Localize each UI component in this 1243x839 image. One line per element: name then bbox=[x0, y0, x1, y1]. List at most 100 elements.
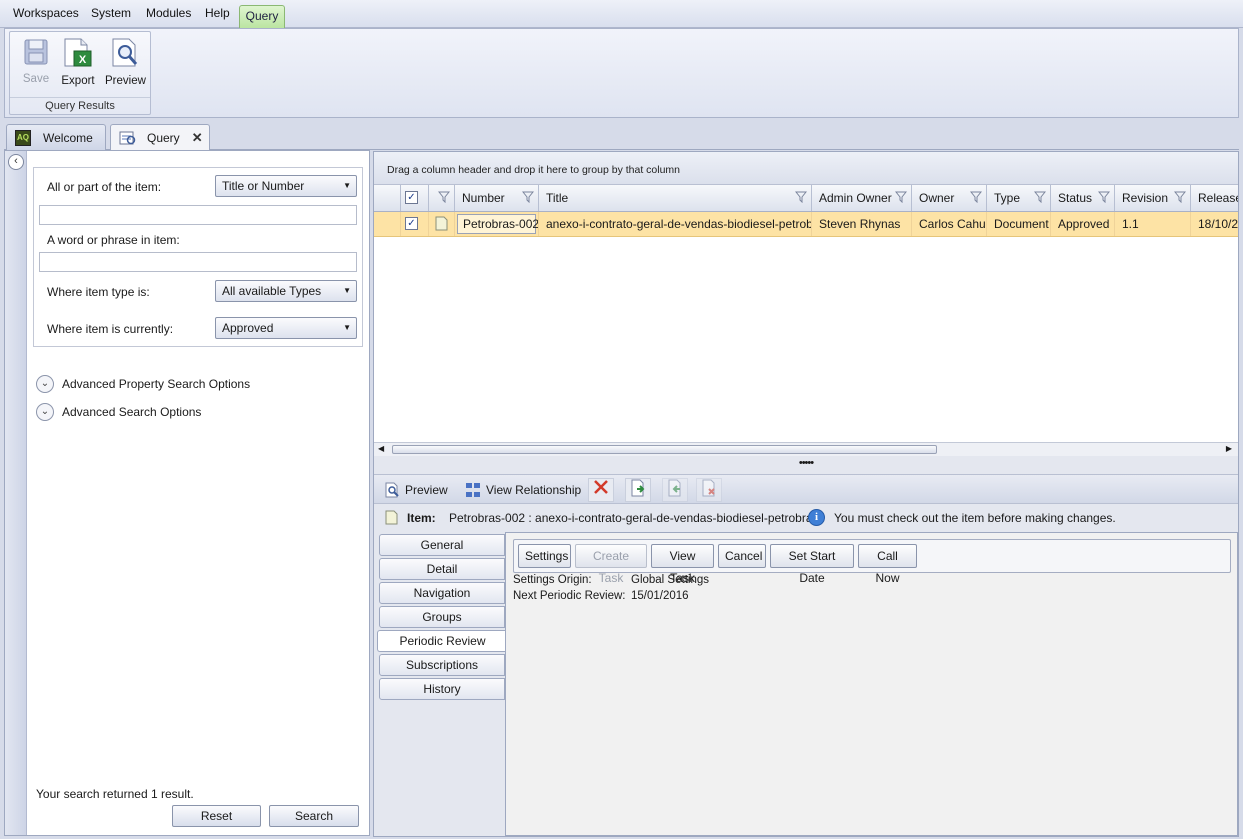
search-button[interactable]: Search bbox=[269, 805, 359, 827]
view-relationship-button[interactable]: View Relationship bbox=[465, 482, 581, 498]
menu-system[interactable]: System bbox=[91, 6, 131, 20]
close-tab-icon[interactable]: ✕ bbox=[192, 130, 203, 146]
item-state-dropdown[interactable]: Approved ▼ bbox=[215, 317, 357, 339]
item-input[interactable] bbox=[39, 205, 357, 225]
menu-modules[interactable]: Modules bbox=[146, 6, 191, 20]
cell-admin-owner[interactable]: Steven Rhynas bbox=[812, 212, 912, 236]
side-tab-history[interactable]: History bbox=[379, 678, 505, 700]
scroll-left-icon[interactable]: ◀ bbox=[378, 444, 384, 453]
check-out-icon bbox=[631, 479, 645, 497]
phrase-input[interactable] bbox=[39, 252, 357, 272]
cancel-check-out-button[interactable] bbox=[696, 478, 722, 502]
column-header-admin-owner[interactable]: Admin Owner bbox=[812, 185, 912, 211]
column-header-revision[interactable]: Revision bbox=[1115, 185, 1191, 211]
table-row[interactable]: ✓ Petrobras-002 anexo-i-contrato-geral-d… bbox=[374, 212, 1238, 237]
select-all-checkbox[interactable]: ✓ bbox=[405, 191, 418, 204]
column-header-type-label: Type bbox=[994, 191, 1021, 205]
preview-button[interactable]: Preview bbox=[105, 38, 146, 87]
cell-title[interactable]: anexo-i-contrato-geral-de-vendas-biodies… bbox=[539, 212, 812, 236]
menu-query[interactable]: Query bbox=[239, 5, 285, 29]
ribbon-group-label: Query Results bbox=[10, 97, 150, 112]
item-info-message: You must check out the item before makin… bbox=[834, 511, 1116, 525]
row-indicator-header bbox=[374, 185, 401, 211]
side-tab-subscriptions[interactable]: Subscriptions bbox=[379, 654, 505, 676]
preview-label: Preview bbox=[105, 75, 146, 87]
side-tab-detail[interactable]: Detail bbox=[379, 558, 505, 580]
side-tab-navigation[interactable]: Navigation bbox=[379, 582, 505, 604]
cancel-button[interactable]: Cancel bbox=[718, 544, 766, 568]
splitter-handle[interactable]: ••••• bbox=[374, 456, 1238, 474]
call-now-button[interactable]: Call Now bbox=[858, 544, 917, 585]
item-type-dropdown[interactable]: All available Types ▼ bbox=[215, 280, 357, 302]
excel-export-icon: X bbox=[64, 38, 92, 67]
filter-icon[interactable] bbox=[970, 191, 982, 203]
save-label: Save bbox=[22, 73, 50, 85]
icon-column-header[interactable] bbox=[429, 185, 455, 211]
column-header-status[interactable]: Status bbox=[1051, 185, 1115, 211]
select-all-header[interactable]: ✓ bbox=[401, 185, 429, 211]
filter-icon[interactable] bbox=[1174, 191, 1186, 203]
column-header-number[interactable]: Number bbox=[455, 185, 539, 211]
side-tab-groups[interactable]: Groups bbox=[379, 606, 505, 628]
check-out-button[interactable] bbox=[625, 478, 651, 502]
periodic-review-panel: Settings Create Task View Task Cancel Se… bbox=[505, 532, 1238, 836]
create-task-button[interactable]: Create Task bbox=[575, 544, 647, 585]
column-header-owner[interactable]: Owner bbox=[912, 185, 987, 211]
menu-workspaces[interactable]: Workspaces bbox=[13, 6, 79, 20]
item-label: All or part of the item: bbox=[47, 180, 162, 194]
preview-icon bbox=[112, 38, 138, 67]
view-task-button[interactable]: View Task bbox=[651, 544, 714, 585]
check-in-icon bbox=[668, 479, 681, 497]
side-tab-periodic-review[interactable]: Periodic Review bbox=[377, 630, 507, 652]
save-button[interactable]: Save bbox=[16, 38, 56, 85]
cell-revision[interactable]: 1.1 bbox=[1115, 212, 1191, 236]
set-start-date-button[interactable]: Set Start Date bbox=[770, 544, 854, 585]
cell-number-value: Petrobras-002 bbox=[457, 214, 538, 234]
tab-query[interactable]: Query ✕ bbox=[110, 124, 210, 151]
settings-button[interactable]: Settings bbox=[518, 544, 571, 568]
filter-icon[interactable] bbox=[895, 191, 907, 203]
cell-type[interactable]: Document bbox=[987, 212, 1051, 236]
item-state-value: Approved bbox=[222, 321, 274, 335]
filter-icon[interactable] bbox=[522, 191, 534, 203]
reset-button[interactable]: Reset bbox=[172, 805, 261, 827]
info-icon: i bbox=[808, 509, 825, 526]
menu-help[interactable]: Help bbox=[205, 6, 230, 20]
side-tab-general[interactable]: General bbox=[379, 534, 505, 556]
preview-tool-label: Preview bbox=[405, 483, 448, 497]
advanced-property-search-toggle[interactable]: ⌄ Advanced Property Search Options bbox=[36, 375, 250, 393]
cell-release[interactable]: 18/10/20 bbox=[1191, 212, 1238, 236]
filter-icon[interactable] bbox=[438, 191, 450, 203]
cell-owner[interactable]: Carlos Cahu bbox=[912, 212, 987, 236]
check-in-button[interactable] bbox=[662, 478, 688, 502]
horizontal-scrollbar[interactable]: ◀ ▶ bbox=[374, 442, 1238, 456]
column-header-release[interactable]: Release bbox=[1191, 185, 1238, 211]
view-relationship-label: View Relationship bbox=[486, 483, 582, 497]
advanced-search-toggle[interactable]: ⌄ Advanced Search Options bbox=[36, 403, 201, 421]
cancel-check-out-icon bbox=[702, 479, 715, 497]
ribbon-group-query-results: Save X Export Preview Query Results bbox=[9, 31, 151, 115]
filter-icon[interactable] bbox=[1098, 191, 1110, 203]
cell-number[interactable]: Petrobras-002 bbox=[455, 212, 539, 236]
export-button[interactable]: X Export bbox=[58, 38, 98, 87]
advanced-search-label: Advanced Search Options bbox=[62, 405, 202, 419]
group-by-area[interactable]: Drag a column header and drop it here to… bbox=[374, 152, 1238, 185]
collapse-panel-icon[interactable]: ‹ bbox=[8, 154, 24, 170]
row-checkbox[interactable]: ✓ bbox=[405, 217, 418, 230]
tab-welcome[interactable]: AQ Welcome bbox=[6, 124, 106, 150]
search-criteria-box: All or part of the item: Title or Number… bbox=[33, 167, 363, 347]
column-header-status-label: Status bbox=[1058, 191, 1093, 205]
column-header-number-label: Number bbox=[462, 191, 505, 205]
preview-tool-button[interactable]: Preview bbox=[384, 482, 448, 498]
column-header-type[interactable]: Type bbox=[987, 185, 1051, 211]
filter-icon[interactable] bbox=[795, 191, 807, 203]
scroll-right-icon[interactable]: ▶ bbox=[1226, 444, 1232, 453]
row-select-cell[interactable]: ✓ bbox=[401, 212, 429, 236]
filter-icon[interactable] bbox=[1034, 191, 1046, 203]
chevron-down-icon: ▼ bbox=[343, 181, 351, 190]
scrollbar-thumb[interactable] bbox=[392, 445, 937, 454]
cell-status[interactable]: Approved bbox=[1051, 212, 1115, 236]
column-header-title[interactable]: Title bbox=[539, 185, 812, 211]
delete-button[interactable] bbox=[588, 478, 614, 502]
item-scope-dropdown[interactable]: Title or Number ▼ bbox=[215, 175, 357, 197]
